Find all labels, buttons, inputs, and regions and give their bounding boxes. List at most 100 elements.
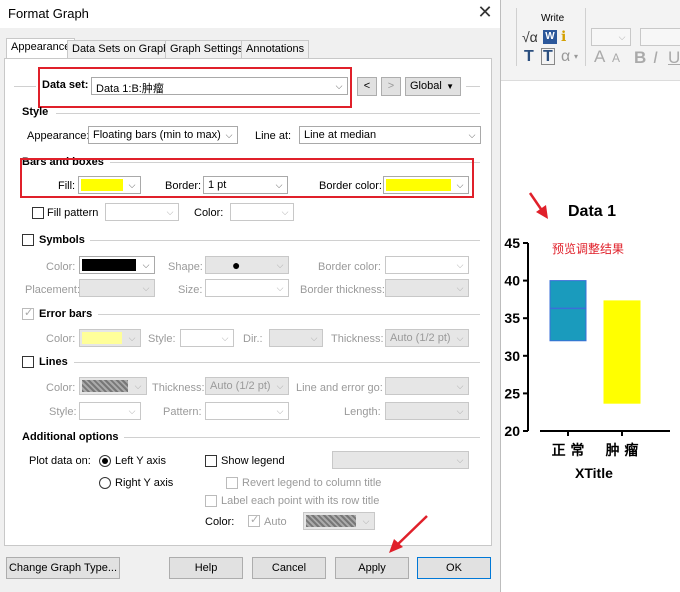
revert-legend-checkbox[interactable]	[226, 477, 238, 489]
tab-data-sets-on-graph[interactable]: Data Sets on Graph	[67, 40, 175, 58]
symbol-color-swatch	[82, 259, 136, 271]
error-dir-select[interactable]: ⌵	[269, 329, 323, 347]
appearance-select[interactable]: Floating bars (min to max) ⌵	[88, 126, 238, 144]
right-y-axis-label: Right Y axis	[115, 477, 174, 489]
info-icon[interactable]: ℹ	[561, 28, 566, 45]
border-thickness-select[interactable]: ⌵	[385, 279, 469, 297]
line-error-go-label: Line and error go:	[296, 382, 383, 394]
text-icon[interactable]: T	[524, 48, 534, 66]
italic-icon[interactable]: I	[653, 48, 658, 68]
floating-bar	[603, 300, 641, 404]
line-length-select[interactable]: ⌵	[385, 402, 469, 420]
symbols-heading: Symbols	[39, 234, 85, 246]
line-error-go-select[interactable]: ⌵	[385, 377, 469, 395]
error-bars-checkbox[interactable]: ✓	[22, 307, 34, 320]
line-thickness-select[interactable]: Auto (1/2 pt) ⌵	[205, 377, 289, 395]
fill-pattern-select[interactable]: ⌵	[105, 203, 179, 221]
error-thickness-select[interactable]: Auto (1/2 pt) ⌵	[385, 329, 469, 347]
next-data-set-button[interactable]: >	[381, 77, 401, 96]
font-size-select[interactable]	[640, 28, 680, 46]
prev-data-set-button[interactable]: <	[357, 77, 377, 96]
circle-shape-icon: ●	[232, 257, 241, 273]
format-graph-dialog: Format Graph ✕ Appearance Data Sets on G…	[0, 0, 501, 592]
equation-icon[interactable]: √α	[522, 29, 538, 45]
chevron-down-icon: ⌵	[456, 406, 464, 416]
label-color-swatch	[306, 515, 356, 527]
line-at-value: Line at median	[304, 129, 377, 141]
size-select[interactable]: ⌵	[205, 279, 289, 297]
line-pattern-select[interactable]: ⌵	[205, 402, 289, 420]
divider	[124, 437, 480, 438]
chevron-down-icon: ⌵	[276, 381, 284, 391]
word-icon[interactable]: W	[543, 30, 557, 44]
fill-pattern-label: Fill pattern	[47, 207, 99, 219]
legend-select[interactable]: ⌵	[332, 451, 469, 469]
line-style-select[interactable]: ⌵	[79, 402, 141, 420]
error-style-select[interactable]: ⌵	[180, 329, 234, 347]
appearance-label: Appearance:	[27, 130, 90, 142]
symbols-checkbox[interactable]	[22, 234, 34, 246]
line-at-select[interactable]: Line at median ⌵	[299, 126, 481, 144]
chevron-down-icon: ⌵	[310, 333, 318, 343]
line-color-swatch	[82, 380, 128, 392]
additional-options-heading: Additional options	[22, 431, 119, 443]
tab-graph-settings[interactable]: Graph Settings	[165, 40, 249, 58]
chevron-down-icon: ⌵	[128, 333, 136, 343]
right-y-axis-radio[interactable]	[99, 477, 111, 489]
chevron-down-icon: ⌵	[276, 406, 284, 416]
chevron-down-icon: ⌵	[456, 381, 464, 391]
floating-bar	[549, 280, 587, 342]
symbol-color-select[interactable]: ⌵	[79, 256, 155, 274]
label-each-point-checkbox[interactable]	[205, 495, 217, 507]
chevron-down-icon: ⌵	[276, 260, 284, 270]
border-thickness-label: Border thickness:	[300, 284, 385, 296]
help-button[interactable]: Help	[169, 557, 243, 579]
shape-select[interactable]: ● ⌵	[205, 256, 289, 274]
annotation-arrow	[389, 515, 428, 553]
close-icon[interactable]: ✕	[474, 2, 496, 23]
error-color-select[interactable]: ⌵	[79, 329, 141, 347]
label-each-point-label: Label each point with its row title	[221, 495, 380, 507]
label-color-select[interactable]: ⌵	[303, 512, 375, 530]
line-color-select[interactable]: ⌵	[79, 377, 147, 395]
chevron-down-icon: ⌵	[276, 283, 284, 293]
tab-appearance[interactable]: Appearance	[6, 38, 76, 59]
scope-dropdown[interactable]: Global ▼	[405, 77, 461, 96]
scope-value: Global	[410, 80, 442, 92]
show-legend-checkbox[interactable]	[205, 455, 217, 467]
error-thickness-value: Auto (1/2 pt)	[390, 332, 451, 344]
grow-font-icon[interactable]: A	[594, 47, 605, 67]
auto-color-checkbox[interactable]: ✓	[248, 514, 260, 527]
pattern-color-label: Color:	[194, 207, 224, 219]
line-thickness-value: Auto (1/2 pt)	[210, 380, 271, 392]
ok-button[interactable]: OK	[417, 557, 491, 579]
chevron-down-icon: ⌵	[456, 260, 464, 270]
lines-checkbox[interactable]	[22, 356, 34, 368]
placement-select[interactable]: ⌵	[79, 279, 155, 297]
symbol-color-label: Color:	[46, 261, 76, 273]
fill-pattern-checkbox[interactable]	[32, 207, 44, 219]
change-graph-type-button[interactable]: Change Graph Type...	[6, 557, 120, 579]
font-select[interactable]: ⌵	[591, 28, 631, 46]
left-y-axis-radio[interactable]	[99, 455, 111, 467]
line-pattern-label: Pattern:	[163, 406, 202, 418]
chevron-down-icon[interactable]: ▾	[574, 52, 578, 61]
shrink-font-icon[interactable]: A	[612, 51, 620, 65]
write-group-label: Write	[541, 13, 565, 24]
symbol-border-color-select[interactable]: ⌵	[385, 256, 469, 274]
chevron-down-icon: ⌵	[618, 32, 626, 42]
style-heading: Style	[22, 106, 49, 118]
pattern-color-select[interactable]: ⌵	[230, 203, 294, 221]
chevron-down-icon: ⌵	[456, 333, 464, 343]
bold-icon[interactable]: B	[634, 48, 646, 68]
chevron-down-icon: ⌵	[142, 283, 150, 293]
underline-icon[interactable]: U	[668, 48, 680, 68]
y-tick-label: 30	[504, 348, 520, 364]
text-box-icon[interactable]: T	[541, 48, 555, 65]
chevron-down-icon: ⌵	[468, 130, 476, 140]
symbol-icon[interactable]: α	[561, 48, 570, 66]
apply-button[interactable]: Apply	[335, 557, 409, 579]
cancel-button[interactable]: Cancel	[252, 557, 326, 579]
chart-title: Data 1	[568, 203, 617, 220]
tab-annotations[interactable]: Annotations	[241, 40, 310, 58]
